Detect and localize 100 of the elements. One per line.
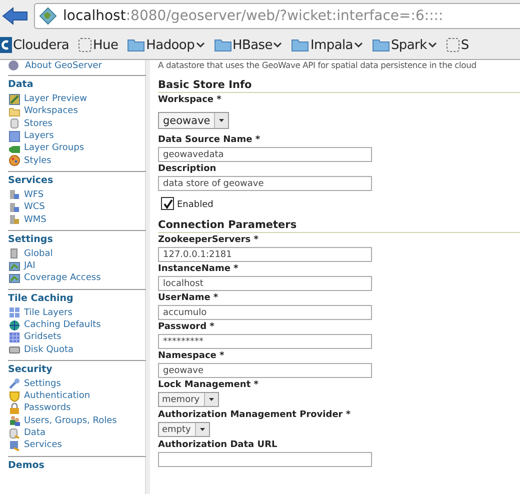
- menu-link[interactable]: JAI: [9, 260, 146, 272]
- text-field[interactable]: localhost: [158, 276, 372, 291]
- disk-drive-icon: [9, 344, 20, 356]
- grid-icon: [9, 332, 20, 343]
- back-arrow-icon: [2, 6, 28, 26]
- section-heading: Data: [8, 79, 34, 90]
- map-icon: [9, 272, 20, 284]
- checkbox[interactable]: [161, 197, 174, 210]
- section-heading: Tile Caching: [8, 292, 74, 304]
- address-bar[interactable]: localhost:8080/geoserver/web/?wicket:interface=:6::::: [34, 2, 520, 28]
- site-globe-icon: [39, 6, 57, 24]
- menu-link[interactable]: Workspaces: [9, 105, 146, 118]
- menu-link[interactable]: Disk Quota: [9, 343, 146, 356]
- dropdown[interactable]: empty: [158, 422, 210, 437]
- menu-link[interactable]: Layers: [9, 130, 146, 142]
- server-icon: [9, 189, 20, 200]
- menu-link[interactable]: WMS: [9, 213, 146, 226]
- menu-link[interactable]: Authentication: [9, 390, 146, 402]
- map-icon: [9, 260, 20, 272]
- menu-link[interactable]: Styles: [9, 154, 146, 167]
- bookmark-item[interactable]: HBase: [214, 37, 282, 53]
- url-text: localhost:8080/geoserver/web/?wicket:interface=:6::::: [63, 8, 444, 24]
- menu-link[interactable]: Services: [9, 439, 146, 452]
- bookmark-item[interactable]: Hadoop: [127, 37, 205, 53]
- section-heading: Security: [8, 364, 54, 375]
- field-label: Data Source Name *: [158, 135, 262, 146]
- text-field[interactable]: [158, 452, 372, 467]
- field-label: UserName *: [158, 293, 220, 304]
- caret-icon: [273, 42, 282, 48]
- map-preview-icon: [9, 94, 20, 105]
- bookmark-item[interactable]: S: [446, 37, 469, 53]
- text-field[interactable]: data store of geowave: [158, 176, 372, 191]
- blank-page-icon: [78, 37, 92, 53]
- field-label: Description: [158, 164, 218, 175]
- globe-icon: [9, 320, 20, 330]
- dropdown[interactable]: geowave: [158, 112, 230, 129]
- menu-link[interactable]: Users, Groups, Roles: [9, 414, 146, 427]
- menu-link[interactable]: Data: [9, 426, 146, 440]
- menu-link[interactable]: Tile Layers: [9, 306, 146, 319]
- blank-page-icon: [446, 37, 460, 53]
- field-label: Workspace *: [158, 95, 222, 106]
- checkbox-label: Enabled: [177, 200, 214, 210]
- section-heading: Basic Store Info: [158, 79, 520, 93]
- bookmark-item[interactable]: Hue: [78, 37, 118, 53]
- shield-icon: [9, 390, 20, 402]
- store-description: A datastore that uses the GeoWave API for spatial data persistence in the cloud: [158, 60, 478, 70]
- text-field[interactable]: 127.0.0.1:2181: [158, 247, 372, 262]
- bookmark-item[interactable]: Cloudera: [0, 37, 70, 53]
- field-label: Authorization Management Provider *: [158, 410, 352, 421]
- dropdown[interactable]: memory: [158, 392, 219, 407]
- menu-link[interactable]: Caching Defaults: [9, 318, 146, 332]
- section-heading: Services: [8, 174, 54, 186]
- field-label: Lock Management *: [158, 380, 260, 391]
- field-label: ZookeeperServers *: [158, 235, 260, 246]
- grid-icon: [9, 307, 20, 318]
- folder-icon: [127, 37, 146, 53]
- menu-link[interactable]: Coverage Access: [9, 272, 146, 285]
- folder-icon: [9, 106, 20, 117]
- caret-icon: [196, 42, 205, 48]
- folder-icon: [291, 37, 310, 53]
- menu-link[interactable]: Layer Preview: [9, 93, 146, 106]
- text-field[interactable]: geowavedata: [158, 147, 372, 162]
- bookmark-item[interactable]: Impala: [291, 37, 363, 53]
- text-field[interactable]: *********: [158, 334, 372, 349]
- back-button[interactable]: [0, 6, 28, 26]
- menu-link[interactable]: Layer Groups: [9, 142, 146, 154]
- menu-link[interactable]: Settings: [9, 378, 146, 390]
- padlock-icon: [9, 402, 20, 414]
- menu-link[interactable]: WFS: [9, 188, 146, 202]
- section-heading: Connection Parameters: [158, 219, 520, 233]
- menu-link[interactable]: Passwords: [9, 402, 146, 415]
- square-icon: [9, 130, 20, 142]
- menu-link[interactable]: WCS: [9, 201, 146, 214]
- field-label: Authorization Data URL: [158, 440, 278, 451]
- database-icon: [9, 118, 20, 130]
- caret-icon: [428, 42, 437, 48]
- server-icon: [9, 248, 20, 260]
- menu-link[interactable]: Stores: [9, 118, 146, 130]
- dropdown-arrow-icon: [200, 428, 205, 431]
- menu-link[interactable]: Gridsets: [9, 331, 146, 344]
- wrench-icon: [9, 378, 20, 390]
- dropdown-arrow-icon: [219, 119, 224, 122]
- text-field[interactable]: accumulo: [158, 305, 372, 320]
- caret-icon: [354, 42, 363, 48]
- c-logo-icon: [0, 37, 12, 53]
- field-label: InstanceName *: [158, 264, 240, 275]
- field-label: Password *: [158, 322, 216, 333]
- folder-icon: [214, 37, 232, 53]
- check-mark-icon: [162, 198, 172, 208]
- server-icon: [9, 214, 20, 226]
- users-icon: [9, 415, 20, 426]
- bookmark-item[interactable]: Spark: [372, 37, 437, 53]
- field-label: Namespace *: [158, 351, 226, 362]
- dropdown-arrow-icon: [208, 398, 214, 401]
- server-icon: [9, 202, 20, 213]
- about-link[interactable]: About GeoServer: [25, 60, 102, 70]
- menu-link[interactable]: Global: [9, 248, 146, 260]
- text-field[interactable]: geowave: [158, 363, 372, 378]
- section-heading: Settings: [8, 234, 54, 245]
- palette-icon: [9, 155, 20, 166]
